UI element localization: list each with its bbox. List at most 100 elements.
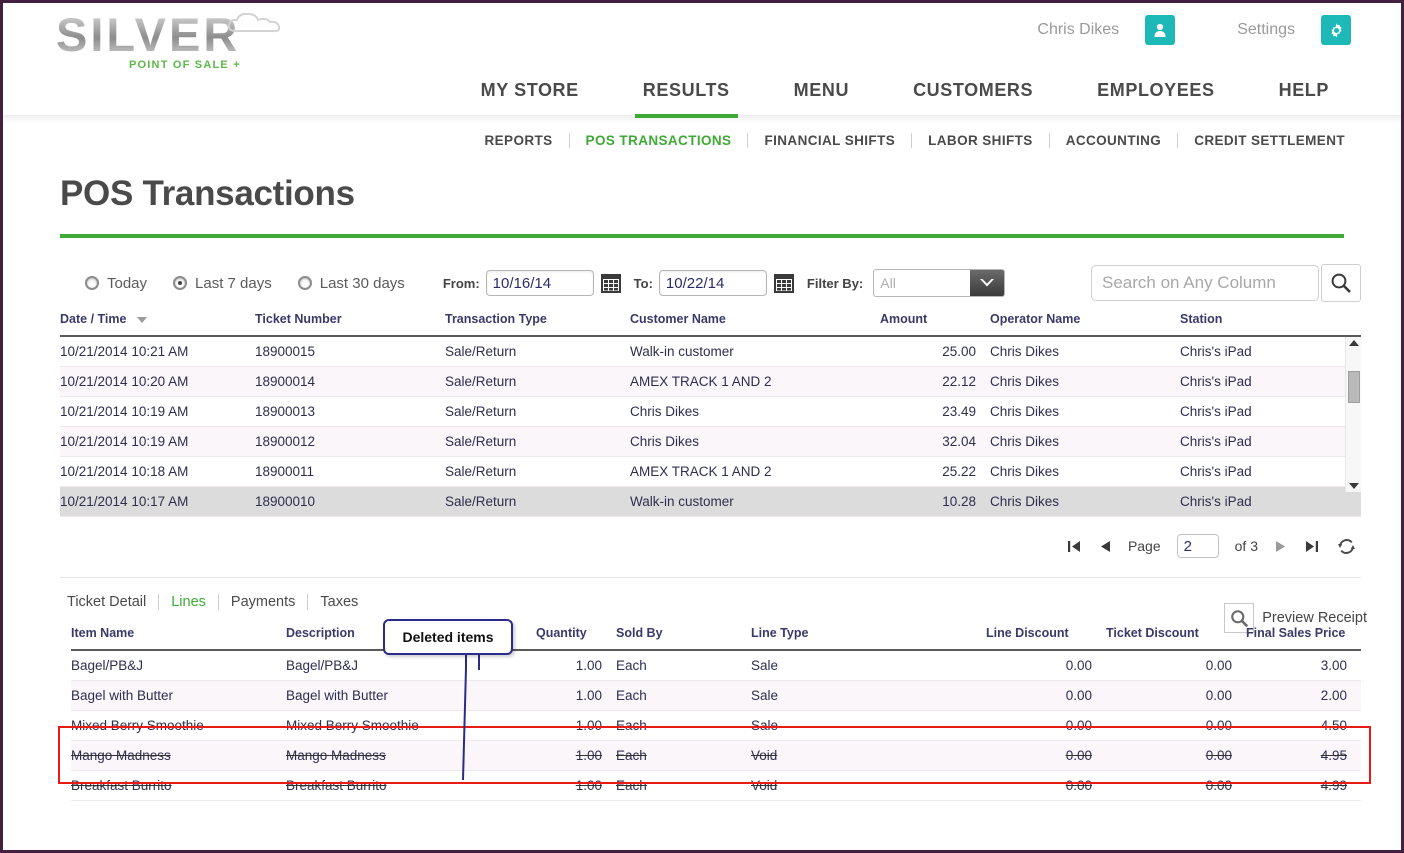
column-header-item-name[interactable]: Item Name: [71, 626, 286, 651]
total-pages-label: of 3: [1234, 538, 1258, 554]
cell-ticket-number: 18900010: [255, 486, 445, 517]
cell-date-time: 10/21/2014 10:17 AM: [60, 486, 255, 517]
subnav-item-labor-shifts[interactable]: LABOR SHIFTS: [912, 133, 1049, 148]
table-row[interactable]: 10/21/2014 10:20 AM 18900014 Sale/Return…: [60, 366, 1361, 397]
cell-customer-name: Walk-in customer: [630, 486, 880, 517]
to-calendar-button[interactable]: [773, 273, 795, 294]
last-page-icon: [1306, 540, 1318, 552]
tab-taxes[interactable]: Taxes: [308, 594, 370, 610]
table-row[interactable]: 10/21/2014 10:19 AM 18900012 Sale/Return…: [60, 426, 1361, 457]
cell-final-sales-price: 4.99: [1246, 770, 1361, 801]
nav-item-help[interactable]: HELP: [1247, 75, 1361, 115]
search-button[interactable]: [1321, 264, 1361, 302]
settings-button[interactable]: [1321, 15, 1351, 45]
table-row[interactable]: 10/21/2014 10:18 AM 18900011 Sale/Return…: [60, 456, 1361, 487]
filter-by-select[interactable]: All: [873, 269, 1006, 297]
grid-vertical-scrollbar[interactable]: [1345, 337, 1361, 492]
cell-ticket-number: 18900014: [255, 366, 445, 397]
column-label-date-time: Date / Time: [60, 312, 127, 326]
cell-operator-name: Chris Dikes: [990, 486, 1180, 517]
filter-by-value: All: [880, 275, 896, 291]
last-page-button[interactable]: [1304, 539, 1320, 554]
from-calendar-button[interactable]: [600, 273, 622, 294]
cell-operator-name: Chris Dikes: [990, 366, 1180, 397]
silver-logo[interactable]: SILVER POINT OF SALE +: [56, 9, 286, 73]
tab-payments[interactable]: Payments: [219, 594, 307, 610]
radio-last-7-days[interactable]: Last 7 days: [173, 275, 272, 292]
application-window: SILVER POINT OF SALE + Chris Dikes Setti…: [0, 0, 1404, 853]
nav-item-employees[interactable]: EMPLOYEES: [1065, 75, 1246, 115]
table-row-voided[interactable]: Breakfast Burrito Breakfast Burrito 1.00…: [71, 770, 1361, 801]
cell-quantity: 1.00: [536, 650, 616, 681]
cell-date-time: 10/21/2014 10:20 AM: [60, 366, 255, 397]
radio-last-30-days[interactable]: Last 30 days: [297, 275, 405, 292]
deleted-items-callout: Deleted items: [383, 619, 513, 655]
tab-lines[interactable]: Lines: [159, 594, 218, 610]
settings-label[interactable]: Settings: [1237, 21, 1295, 39]
column-header-quantity[interactable]: Quantity: [536, 626, 616, 651]
previous-page-button[interactable]: [1098, 539, 1112, 554]
table-row[interactable]: 10/21/2014 10:21 AM 18900015 Sale/Return…: [60, 336, 1361, 367]
filter-by-dropdown-button[interactable]: [970, 270, 1005, 296]
pagination-controls: Page of 3: [3, 531, 1357, 561]
subnav-item-financial-shifts[interactable]: FINANCIAL SHIFTS: [748, 133, 911, 148]
next-page-button[interactable]: [1274, 539, 1288, 554]
filter-by-label: Filter By:: [806, 275, 864, 291]
radio-last-7-days-label: Last 7 days: [195, 274, 272, 292]
tab-ticket-detail[interactable]: Ticket Detail: [67, 594, 158, 610]
subnav-item-reports[interactable]: REPORTS: [468, 133, 568, 148]
cell-operator-name: Chris Dikes: [990, 456, 1180, 487]
table-row-voided[interactable]: Mango Madness Mango Madness 1.00 Each Vo…: [71, 740, 1361, 771]
table-row[interactable]: Bagel/PB&J Bagel/PB&J 1.00 Each Sale 0.0…: [71, 650, 1361, 681]
cell-final-sales-price: 4.95: [1246, 740, 1361, 771]
subnav-item-accounting[interactable]: ACCOUNTING: [1050, 133, 1178, 148]
scroll-down-arrow-icon[interactable]: [1348, 483, 1359, 489]
radio-today-label: Today: [107, 274, 148, 292]
nav-item-menu[interactable]: MENU: [762, 75, 881, 115]
page-number-input[interactable]: [1176, 534, 1219, 558]
column-header-line-type[interactable]: Line Type: [751, 626, 986, 651]
column-header-customer-name[interactable]: Customer Name: [630, 312, 880, 337]
column-header-line-discount[interactable]: Line Discount: [986, 626, 1106, 651]
column-header-final-sales-price[interactable]: Final Sales Price: [1246, 626, 1361, 651]
subnav-item-pos-transactions[interactable]: POS TRANSACTIONS: [570, 133, 748, 148]
nav-item-customers[interactable]: CUSTOMERS: [881, 75, 1065, 115]
scroll-up-arrow-icon[interactable]: [1348, 340, 1359, 346]
radio-today[interactable]: Today: [85, 275, 147, 292]
column-header-sold-by[interactable]: Sold By: [616, 626, 751, 651]
cell-sold-by: Each: [616, 740, 751, 771]
column-header-transaction-type[interactable]: Transaction Type: [445, 312, 630, 337]
column-header-operator-name[interactable]: Operator Name: [990, 312, 1180, 337]
cell-sold-by: Each: [616, 770, 751, 801]
cell-ticket-discount: 0.00: [1106, 740, 1246, 771]
cell-line-discount: 0.00: [986, 770, 1106, 801]
column-header-ticket-number[interactable]: Ticket Number: [255, 312, 445, 337]
user-profile-button[interactable]: [1145, 15, 1176, 45]
nav-item-results[interactable]: RESULTS: [611, 75, 762, 118]
scrollbar-thumb[interactable]: [1348, 371, 1360, 403]
cell-amount: 32.04: [880, 426, 990, 457]
cell-ticket-number: 18900013: [255, 396, 445, 427]
table-row[interactable]: Mixed Berry Smoothie Mixed Berry Smoothi…: [71, 710, 1361, 741]
cell-transaction-type: Sale/Return: [445, 396, 630, 427]
cell-station: Chris's iPad: [1180, 366, 1361, 397]
chevron-down-icon: [980, 279, 995, 287]
search-input[interactable]: [1091, 265, 1319, 301]
table-row[interactable]: Bagel with Butter Bagel with Butter 1.00…: [71, 680, 1361, 711]
table-row-selected[interactable]: 10/21/2014 10:17 AM 18900010 Sale/Return…: [60, 486, 1361, 517]
subnav-item-credit-settlement[interactable]: CREDIT SETTLEMENT: [1178, 133, 1361, 148]
column-header-station[interactable]: Station: [1180, 312, 1361, 337]
cell-amount: 25.00: [880, 336, 990, 367]
to-date-input[interactable]: [658, 270, 767, 296]
column-header-ticket-discount[interactable]: Ticket Discount: [1106, 626, 1246, 651]
first-page-button[interactable]: [1066, 539, 1082, 554]
column-header-amount[interactable]: Amount: [880, 312, 990, 337]
cloud-icon: [227, 12, 281, 33]
nav-item-my-store[interactable]: MY STORE: [449, 75, 611, 115]
cell-quantity: 1.00: [536, 770, 616, 801]
column-header-date-time[interactable]: Date / Time: [60, 312, 255, 337]
from-date-input[interactable]: [485, 270, 594, 296]
refresh-button[interactable]: [1336, 537, 1357, 556]
cell-station: Chris's iPad: [1180, 336, 1361, 367]
table-row[interactable]: 10/21/2014 10:19 AM 18900013 Sale/Return…: [60, 396, 1361, 427]
